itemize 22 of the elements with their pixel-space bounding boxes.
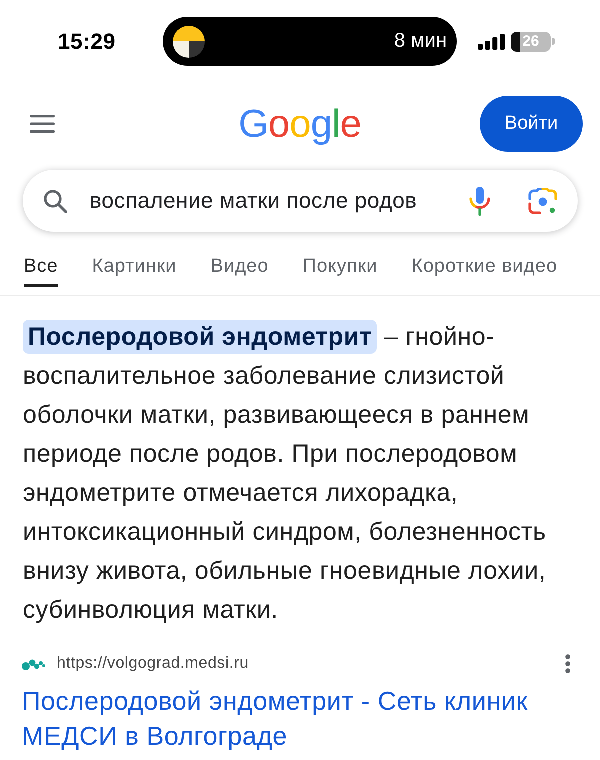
search-icon[interactable]: [43, 188, 68, 214]
result-title-link[interactable]: Послеродовой эндометрит - Сеть клиник МЕДСИ в Волгограде: [22, 684, 577, 754]
tab[interactable]: Все: [24, 252, 58, 287]
tab[interactable]: Короткие видео: [412, 252, 558, 287]
timer-text: 8 мин: [394, 30, 447, 53]
sign-in-button[interactable]: Войти: [480, 96, 583, 152]
quartered-circle-icon: [173, 26, 205, 58]
answer-snippet: Послеродовой эндометрит – гнойно-воспалительное заболевание слизистой оболочки матки, развивающееся в раннем периоде после родов. При послеродовом эндометрите отмечается лихорадка, интоксикационный синдром, болезненность внизу живота, обильные гноевидные лохии, субинволюция матки.: [23, 318, 578, 630]
logo: Google: [238, 104, 362, 144]
menu-icon[interactable]: [30, 115, 55, 133]
signal-icon: [478, 34, 505, 50]
site-url: https://volgograd.medsi.ru: [57, 655, 249, 673]
search-input[interactable]: воспаление матки после родов: [90, 188, 469, 214]
dots-logo-icon: [22, 657, 46, 671]
tab[interactable]: Покупки: [302, 252, 378, 287]
camera-icon[interactable]: [528, 188, 558, 214]
mic-icon[interactable]: [469, 186, 491, 216]
three-dots-icon[interactable]: [565, 654, 571, 674]
clock-time: 15:29: [58, 28, 116, 54]
battery-indicator: 26: [511, 32, 555, 52]
tab[interactable]: Видео: [210, 252, 269, 287]
tab[interactable]: Картинки: [92, 252, 177, 287]
